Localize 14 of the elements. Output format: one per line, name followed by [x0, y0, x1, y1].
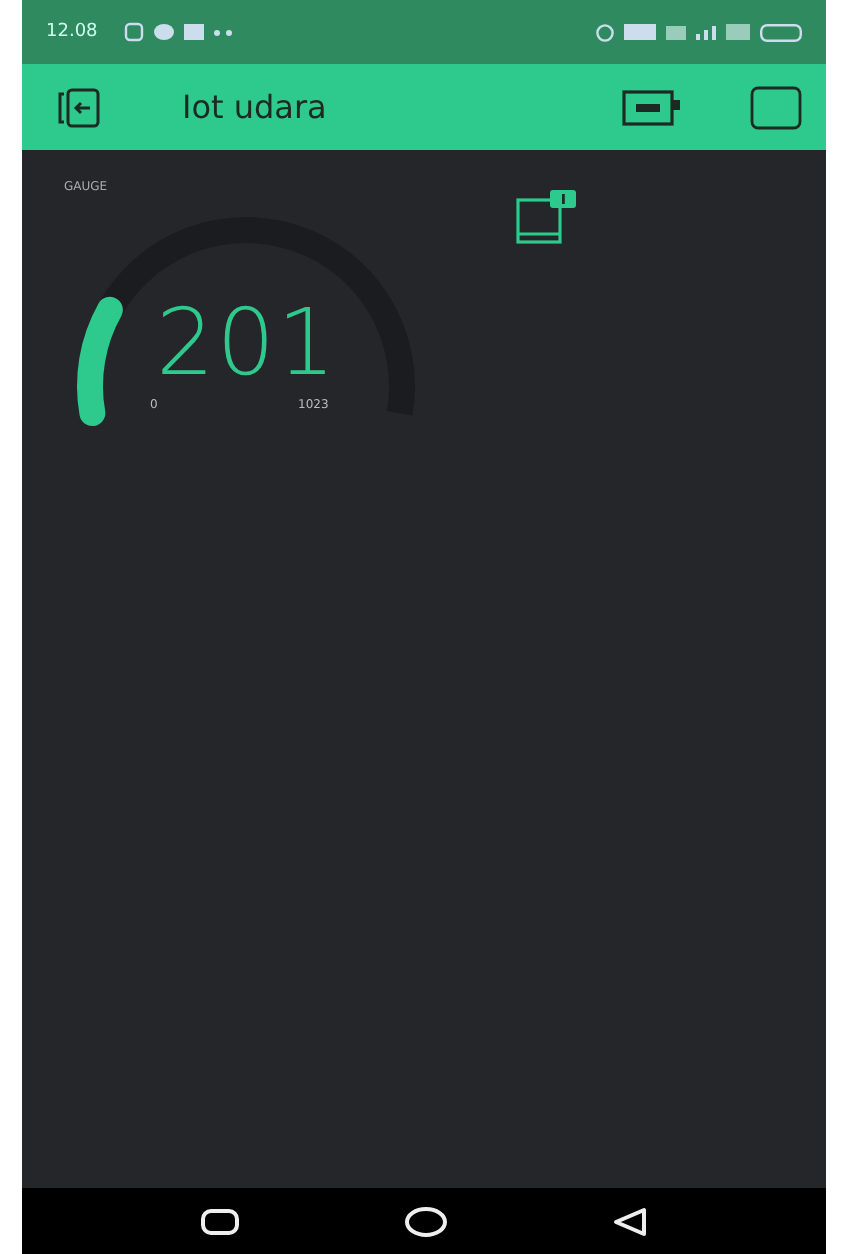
- back-icon[interactable]: [612, 1205, 648, 1237]
- tablet-notification-icon[interactable]: [516, 190, 580, 246]
- exit-icon[interactable]: [58, 87, 102, 127]
- signal-icon: [696, 25, 716, 39]
- gauge-value: 201: [156, 288, 338, 396]
- hotspot-icon: [596, 23, 614, 41]
- status-time: 12.08: [46, 22, 98, 42]
- home-icon[interactable]: [404, 1205, 448, 1237]
- battery-icon: [760, 23, 802, 41]
- more-icon: [213, 29, 232, 35]
- square-icon[interactable]: [750, 85, 802, 129]
- recents-icon[interactable]: [200, 1207, 240, 1235]
- device-icon[interactable]: [622, 89, 682, 125]
- project-title: Iot udara: [182, 88, 327, 126]
